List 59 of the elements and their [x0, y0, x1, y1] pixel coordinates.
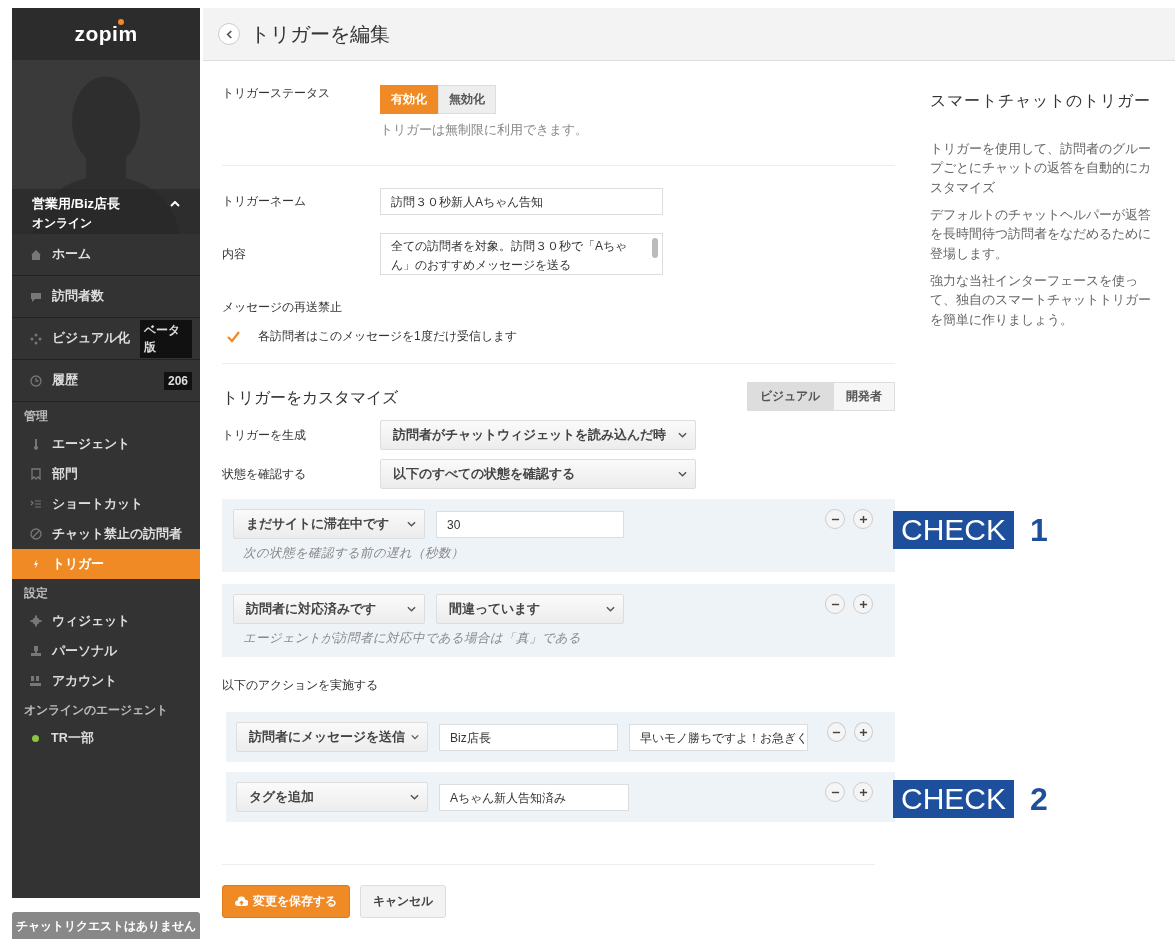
page-title: トリガーを編集 [250, 21, 390, 47]
field-label: トリガーネーム [222, 193, 307, 210]
dropdown[interactable]: 訪問者にメッセージを送信 [236, 722, 428, 752]
nav-item[interactable]: 履歴 206 [12, 360, 200, 402]
annotation-number: 2 [1030, 781, 1048, 817]
nav-item[interactable]: ショートカット [12, 489, 200, 519]
field-label: トリガーを生成 [222, 426, 307, 444]
nav-item[interactable]: ビジュアル化 ベータ版 [12, 318, 200, 360]
nav-item[interactable]: 部門 [12, 459, 200, 489]
dropdown[interactable]: 以下のすべての状態を確認する [380, 459, 696, 489]
dropdown[interactable]: 訪問者がチャットウィジェットを読み込んだ時 [380, 420, 696, 450]
nav-item[interactable]: エージェント [12, 429, 200, 459]
count-badge: ベータ版 [140, 319, 192, 358]
profile-status: オンライン [32, 215, 92, 232]
field-label: トリガーステータス [222, 85, 331, 102]
value-field[interactable]: Aちゃん新人告知済み [439, 783, 629, 811]
field-label: 状態を確認する [222, 465, 307, 483]
help-paragraph: 強力な当社インターフェースを使って、独自のスマートチャットトリガーを簡単に作りましょう。 [930, 273, 1152, 329]
description-field[interactable]: 全ての訪問者を対象。訪問３０秒で「Aちゃん」のおすすめメッセージを送る [380, 233, 663, 275]
chat-request-status: チャットリクエストはありません [12, 912, 200, 939]
trigger-name-field[interactable]: 訪問３０秒新人Aちゃん告知 [380, 188, 663, 215]
value-field[interactable]: 30 [436, 510, 624, 538]
status-hint: トリガーは無制限に利用できます。 [380, 122, 588, 139]
help-paragraph: トリガーを使用して、訪問者のグループごとにチャットの返答を自動的にカスタマイズ [930, 140, 1152, 197]
logo: zopim [74, 22, 138, 46]
nav-item[interactable]: 訪問者数 [12, 276, 200, 318]
section-heading: 管理 [23, 408, 49, 425]
nav-item[interactable]: ホーム [12, 234, 200, 276]
count-badge: 206 [163, 371, 192, 390]
nav-item[interactable]: パーソナル [12, 636, 200, 666]
status-toggle[interactable]: 無効化 [438, 85, 496, 114]
annotation-label: CHECK [893, 780, 1014, 818]
field-label: メッセージの再送禁止 [222, 299, 343, 316]
cancel-button[interactable]: キャンセル [360, 885, 446, 918]
condition-hint: 次の状態を確認する前の遅れ（秒数） [242, 545, 465, 562]
nav-item[interactable]: アカウント [12, 666, 200, 696]
condition-hint: エージェントが訪問者に対応中である場合は「真」である [242, 630, 582, 647]
mode-tab[interactable]: 開発者 [833, 382, 895, 411]
profile-name: 営業用/Biz店長 [32, 195, 121, 213]
nav-item[interactable]: ウィジェット [12, 606, 200, 636]
value-field[interactable]: Biz店長 [439, 723, 619, 751]
help-title: スマートチャットのトリガー [930, 91, 1152, 111]
nav-item[interactable]: チャット禁止の訪問者 [12, 519, 200, 549]
dropdown[interactable]: タグを追加 [236, 782, 428, 812]
field-label: 内容 [222, 245, 247, 263]
dropdown[interactable]: まだサイトに滞在中です [233, 509, 425, 539]
section-title: トリガーをカスタマイズ [222, 388, 398, 408]
help-paragraph: デフォルトのチャットヘルパーが返答を長時間待つ訪問者をなだめるために登場します。 [930, 206, 1152, 263]
mode-tab[interactable]: ビジュアル [747, 382, 833, 411]
dropdown[interactable]: 間違っています [436, 594, 624, 624]
value-field[interactable]: 早いモノ勝ちですよ！お急ぎく [629, 723, 809, 751]
dropdown[interactable]: 訪問者に対応済みです [233, 594, 425, 624]
agent-name[interactable]: TR一部 [51, 729, 200, 747]
annotation-number: 1 [1030, 512, 1048, 548]
section-heading: 設定 [23, 585, 49, 602]
checkbox-label: 各訪問者はこのメッセージを1度だけ受信します [258, 328, 517, 345]
annotation-label: CHECK [893, 511, 1014, 549]
field-label: 以下のアクションを実施する [222, 677, 379, 694]
section-heading: オンラインのエージェント [23, 702, 169, 719]
